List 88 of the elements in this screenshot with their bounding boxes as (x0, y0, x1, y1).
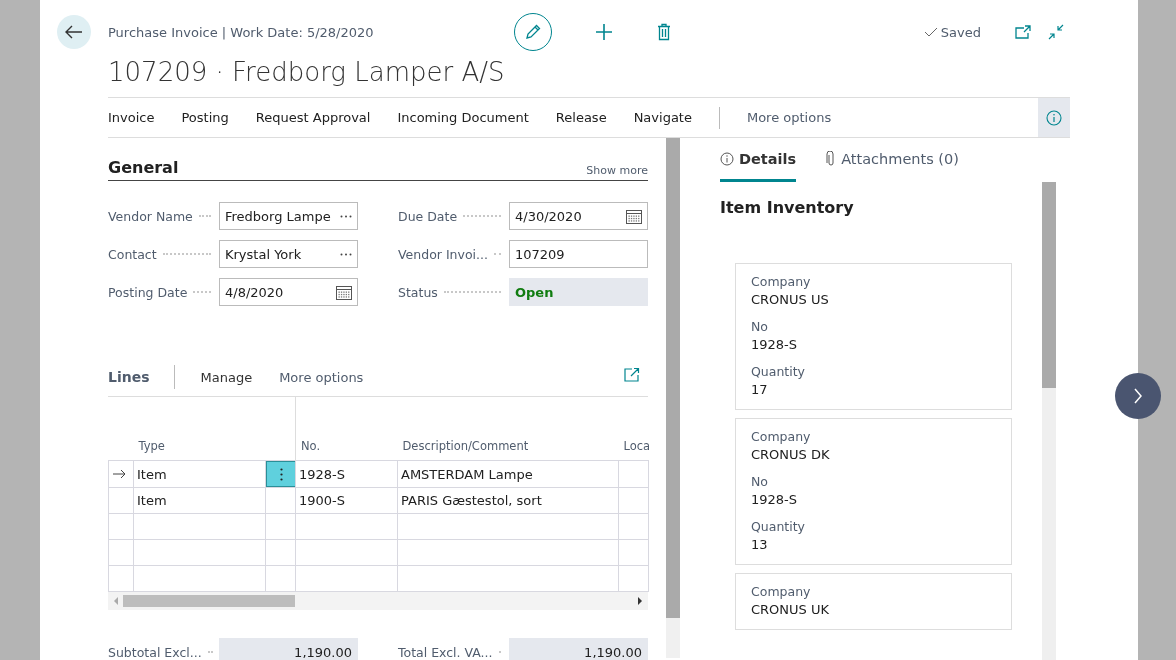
card-label: Quantity (751, 519, 807, 534)
calendar-icon[interactable] (336, 284, 352, 300)
field-label: Vendor Invoi... (398, 246, 488, 262)
chevron-right-icon (1133, 388, 1143, 404)
card-label: No (751, 319, 769, 334)
card-value: 17 (751, 382, 769, 397)
paperclip-icon (826, 150, 837, 167)
field-label: Status (398, 284, 438, 300)
info-icon (720, 151, 734, 166)
info-button[interactable] (1038, 98, 1070, 137)
factbox-tab[interactable]: Attachments (0) (826, 138, 959, 182)
vertical-scrollbar[interactable] (1042, 182, 1056, 660)
card-value: 1928-S (751, 337, 799, 352)
scroll-right-icon[interactable] (637, 597, 643, 605)
action-menu-item[interactable]: Release (555, 110, 607, 125)
card-label: Company (751, 429, 812, 444)
next-button[interactable] (1115, 373, 1161, 419)
table-cell: 1928-S (299, 466, 346, 482)
table-cell: Item (137, 466, 167, 482)
action-menu-item[interactable]: Navigate (633, 110, 692, 125)
action-menu-item[interactable]: Posting (181, 110, 229, 125)
column-header: Description/Comment (402, 439, 529, 453)
pencil-icon (524, 23, 542, 41)
ellipsis-icon[interactable] (340, 252, 352, 256)
field-label: Contact (108, 246, 157, 262)
saved-status: Saved (923, 24, 981, 40)
breadcrumb: Purchase Invoice | Work Date: 5/28/2020 (108, 24, 375, 40)
table-cell: AMSTERDAM Lampe (401, 466, 533, 482)
card-value: CRONUS DK (751, 447, 831, 462)
column-header: No. (301, 439, 321, 453)
factbox-tab[interactable]: Details (720, 138, 797, 182)
card-label: No (751, 474, 769, 489)
column-header: Loca (623, 439, 649, 453)
show-more-link[interactable]: Show more (586, 164, 648, 177)
card-value: CRONUS UK (751, 602, 830, 617)
open-in-new-icon (1015, 25, 1031, 39)
ellipsis-icon[interactable] (340, 214, 352, 218)
table-cell: PARIS Gæstestol, sort (401, 493, 542, 508)
lines-action[interactable]: More options (279, 369, 364, 385)
vertical-scrollbar[interactable] (666, 138, 680, 658)
input-field[interactable]: Fredborg Lampe (219, 202, 358, 230)
action-menu-item[interactable]: Request Approval (255, 110, 371, 125)
total-value: 1,190.00 (509, 638, 648, 660)
card-label: Quantity (751, 364, 807, 379)
total-value: 1,190.00 (219, 638, 358, 660)
field-label: Subtotal Excl... (108, 644, 202, 660)
field-label: Total Excl. VA... (398, 644, 493, 660)
field-label: Due Date (398, 208, 458, 224)
edit-button[interactable] (514, 13, 552, 51)
trash-icon (657, 23, 671, 41)
card-label: Company (751, 584, 812, 599)
row-menu-button[interactable] (266, 461, 296, 487)
table-cell: Item (137, 493, 167, 508)
column-header: Type (138, 439, 165, 453)
section-title: General (108, 158, 179, 177)
card-value: 13 (751, 537, 769, 552)
input-field[interactable]: 107209 (509, 240, 648, 268)
back-arrow-icon (65, 25, 83, 39)
info-icon (1046, 109, 1062, 126)
input-field[interactable]: Krystal York (219, 240, 358, 268)
section-title: Lines (108, 369, 150, 385)
back-button[interactable] (57, 15, 91, 49)
expand-icon (624, 367, 640, 383)
add-button[interactable] (595, 23, 613, 41)
card-value: CRONUS US (751, 292, 830, 307)
action-menu-item[interactable]: Invoice (108, 110, 155, 125)
checkmark-icon (923, 27, 938, 37)
card-value: 1928-S (751, 492, 799, 507)
input-field[interactable]: 4/30/2020 (509, 202, 648, 230)
open-in-new-window-button[interactable] (1015, 25, 1031, 39)
factbox-title: Item Inventory (720, 198, 855, 219)
input-field[interactable]: 4/8/2020 (219, 278, 358, 306)
delete-button[interactable] (657, 23, 671, 41)
horizontal-scrollbar[interactable] (108, 592, 648, 610)
status-value: Open (509, 278, 648, 306)
collapse-button[interactable] (1048, 24, 1064, 40)
table-cell: 1900-S (299, 493, 346, 508)
page-title: 107209 · Fredborg Lamper A/S (108, 57, 506, 89)
collapse-icon (1048, 24, 1064, 40)
plus-icon (595, 23, 613, 41)
card-label: Company (751, 274, 812, 289)
action-menu-item[interactable]: Incoming Document (397, 110, 529, 125)
vertical-ellipsis-icon (279, 467, 283, 481)
lines-action[interactable]: Manage (200, 369, 253, 385)
field-label: Vendor Name (108, 208, 193, 224)
field-label: Posting Date (108, 284, 188, 300)
calendar-icon[interactable] (626, 208, 642, 224)
more-options-button[interactable]: More options (746, 110, 832, 125)
